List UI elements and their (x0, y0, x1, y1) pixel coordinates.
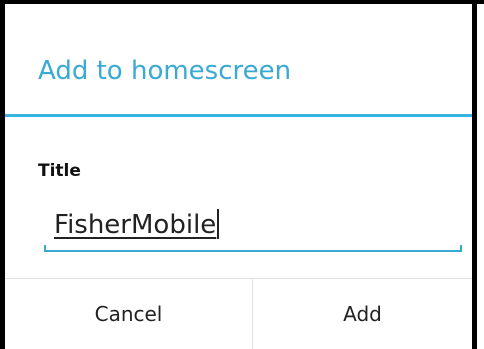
input-underline-right-tick (460, 245, 462, 251)
cancel-button[interactable]: Cancel (5, 279, 252, 349)
title-divider (5, 114, 472, 117)
frame-right-border (472, 0, 477, 349)
title-input-text: FisherMobile (54, 210, 217, 240)
dialog-title: Add to homescreen (38, 56, 292, 86)
add-button[interactable]: Add (253, 279, 472, 349)
frame-top-border (0, 0, 484, 4)
text-cursor (217, 209, 220, 239)
title-input-value[interactable]: FisherMobile (54, 208, 220, 242)
title-input[interactable]: FisherMobile (44, 200, 462, 256)
input-underline (44, 250, 462, 252)
title-field-label: Title (38, 161, 81, 181)
